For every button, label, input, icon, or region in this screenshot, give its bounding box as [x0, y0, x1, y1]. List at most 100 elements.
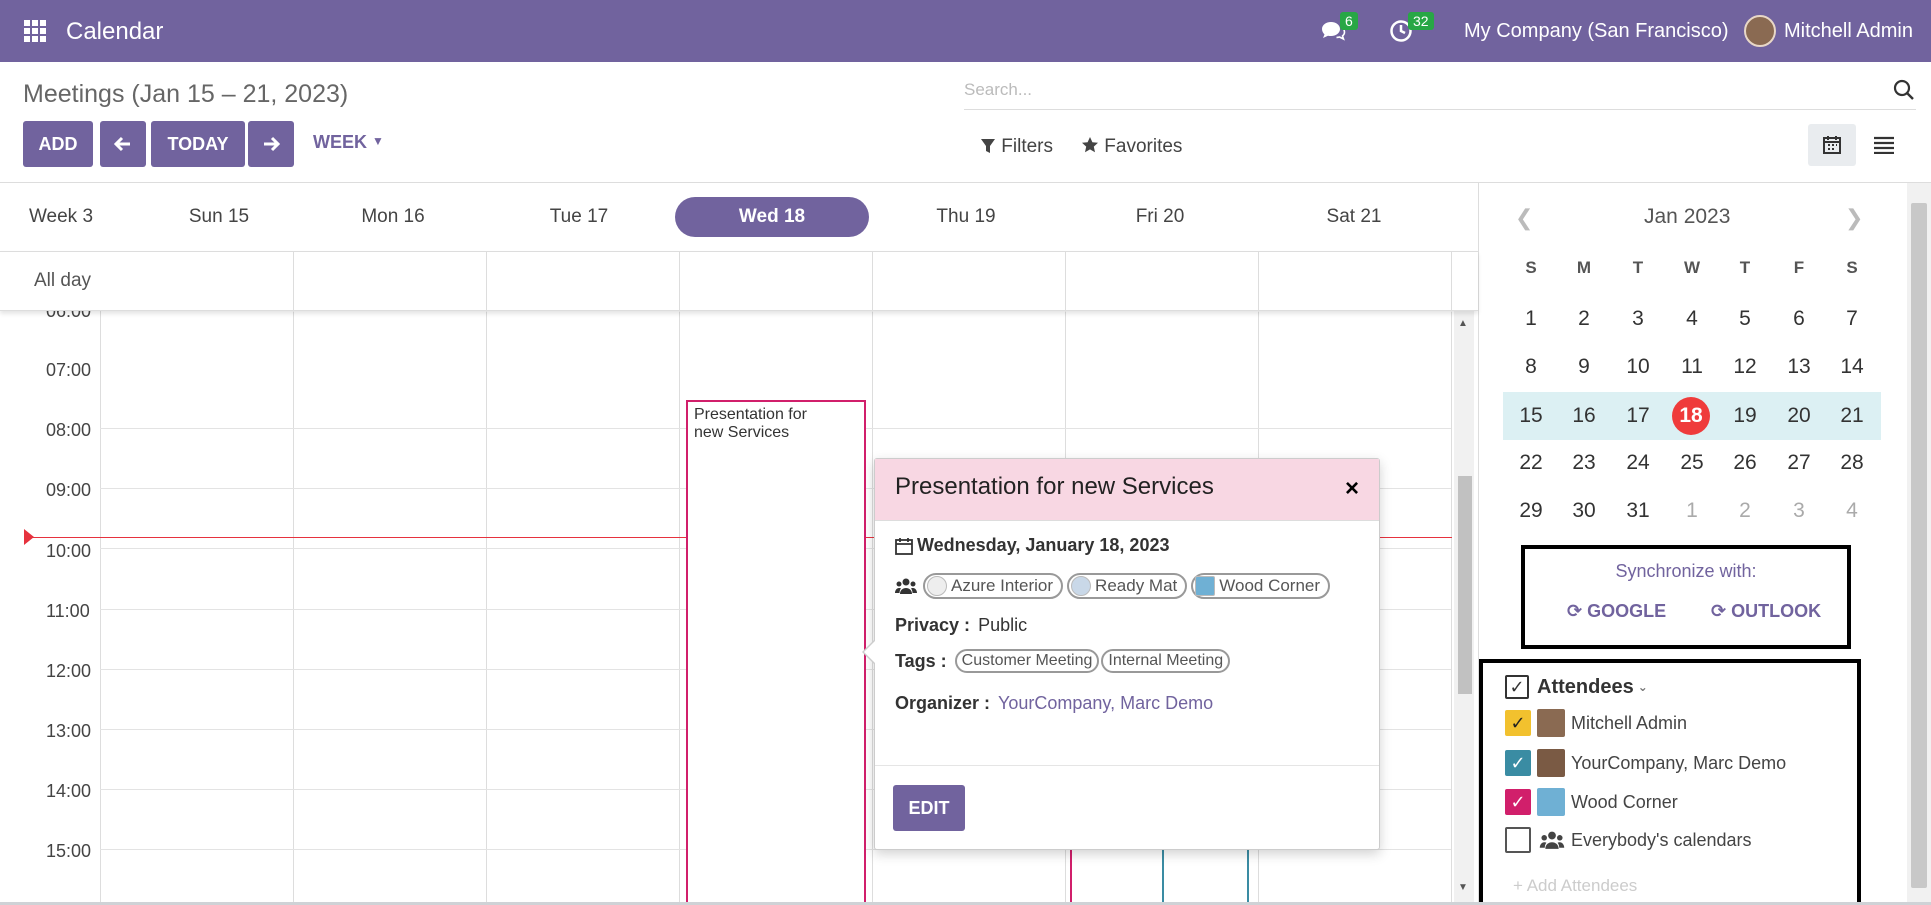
favorites-button[interactable]: Favorites	[1081, 136, 1182, 158]
mini-day[interactable]: 26	[1725, 451, 1765, 475]
next-button[interactable]	[248, 121, 294, 167]
mini-day[interactable]: 24	[1618, 451, 1658, 475]
mini-day[interactable]: 14	[1832, 355, 1872, 379]
attendee-filter-item[interactable]: ✓ YourCompany, Marc Demo	[1505, 749, 1786, 777]
calendar-scroll-thumb[interactable]	[1458, 476, 1472, 694]
mini-day[interactable]: 25	[1672, 451, 1712, 475]
mini-day[interactable]: 9	[1564, 355, 1604, 379]
apps-menu-icon[interactable]	[24, 20, 46, 42]
previous-button[interactable]	[100, 121, 146, 167]
mini-calendar-month: Jan 2023	[1644, 205, 1731, 228]
attendees-header[interactable]: ✓ Attendees ⌄	[1505, 675, 1648, 699]
mini-day[interactable]: 12	[1725, 355, 1765, 379]
mini-day-other-month[interactable]: 4	[1832, 499, 1872, 523]
edit-button[interactable]: EDIT	[893, 785, 965, 831]
add-button[interactable]: ADD	[23, 121, 93, 167]
user-avatar[interactable]	[1744, 15, 1776, 47]
filters-button[interactable]: Filters	[980, 136, 1053, 158]
calendar-icon	[1823, 136, 1841, 154]
mini-day[interactable]: 13	[1779, 355, 1819, 379]
scroll-up-icon[interactable]: ▲	[1458, 318, 1468, 329]
day-header-mon[interactable]: Mon 16	[296, 183, 490, 251]
list-view-button[interactable]	[1860, 124, 1908, 166]
mini-day[interactable]: 21	[1832, 404, 1872, 428]
sync-title: Synchronize with:	[1615, 561, 1757, 581]
attendees-toggle-all-checkbox[interactable]: ✓	[1505, 675, 1529, 699]
attendee-filter-item[interactable]: ✓ Mitchell Admin	[1505, 709, 1687, 737]
mini-day[interactable]: 1	[1511, 307, 1551, 331]
mini-day-today[interactable]: 18	[1672, 397, 1710, 435]
mini-day[interactable]: 28	[1832, 451, 1872, 475]
chevron-down-icon[interactable]: ⌄	[1638, 680, 1648, 694]
today-button[interactable]: TODAY	[151, 121, 245, 167]
weekday-label: W	[1683, 258, 1701, 277]
attendee-filter-item[interactable]: Everybody's calendars	[1505, 827, 1752, 853]
mini-day[interactable]: 6	[1779, 307, 1819, 331]
day-header-sun[interactable]: Sun 15	[122, 183, 316, 251]
attendee-chip[interactable]: Azure Interior	[923, 573, 1064, 599]
attendee-checkbox[interactable]: ✓	[1505, 750, 1531, 776]
mini-day[interactable]: 11	[1672, 355, 1712, 379]
mini-day[interactable]: 30	[1564, 499, 1604, 523]
calendar-view-button[interactable]	[1808, 124, 1856, 166]
event-title-line2: new Services	[694, 424, 790, 441]
attendee-filter-item[interactable]: ✓ Wood Corner	[1505, 788, 1678, 816]
calendar-event[interactable]: Presentation for new Services	[686, 400, 866, 905]
mini-day[interactable]: 20	[1779, 404, 1819, 428]
mini-day[interactable]: 22	[1511, 451, 1551, 475]
sidebar-scroll-thumb[interactable]	[1911, 203, 1927, 888]
hour-label: 14:00	[46, 781, 92, 801]
mini-day[interactable]: 8	[1511, 355, 1551, 379]
mini-day[interactable]: 27	[1779, 451, 1819, 475]
mini-day-other-month[interactable]: 2	[1725, 499, 1765, 523]
attendee-checkbox[interactable]: ✓	[1505, 789, 1531, 815]
day-header-wed[interactable]: Wed 18	[675, 183, 869, 251]
add-attendees-input[interactable]: + Add Attendees	[1513, 876, 1637, 896]
attendee-checkbox[interactable]	[1505, 827, 1531, 853]
mini-day[interactable]: 7	[1832, 307, 1872, 331]
search-input[interactable]	[964, 74, 1864, 106]
event-edge-fri-3[interactable]	[1247, 850, 1249, 905]
messages-icon[interactable]: 6	[1318, 12, 1358, 46]
day-header-thu[interactable]: Thu 19	[869, 183, 1063, 251]
mini-calendar-prev-icon[interactable]: ❮	[1515, 205, 1533, 231]
hour-label: 11:00	[46, 601, 90, 621]
attendee-checkbox[interactable]: ✓	[1505, 710, 1531, 736]
mini-day[interactable]: 5	[1725, 307, 1765, 331]
mini-day[interactable]: 31	[1618, 499, 1658, 523]
mini-day[interactable]: 17	[1618, 404, 1658, 428]
attendee-chip[interactable]: Ready Mat	[1067, 573, 1188, 599]
scale-dropdown[interactable]: WEEK ▼	[313, 132, 384, 153]
mini-day[interactable]: 29	[1511, 499, 1551, 523]
organizer-link[interactable]: YourCompany, Marc Demo	[998, 693, 1213, 714]
day-header-tue[interactable]: Tue 17	[482, 183, 676, 251]
mini-day[interactable]: 10	[1618, 355, 1658, 379]
mini-day[interactable]: 15	[1511, 404, 1551, 428]
day-header-sat[interactable]: Sat 21	[1257, 183, 1451, 251]
mini-day[interactable]: 19	[1725, 404, 1765, 428]
mini-day[interactable]: 16	[1564, 404, 1604, 428]
event-edge-fri[interactable]	[1070, 850, 1072, 905]
mini-calendar-next-icon[interactable]: ❯	[1845, 205, 1863, 231]
mini-day-other-month[interactable]: 1	[1672, 499, 1712, 523]
day-header-fri[interactable]: Fri 20	[1063, 183, 1257, 251]
search-icon[interactable]	[1892, 78, 1916, 102]
attendee-avatar	[927, 576, 947, 596]
attendee-chip[interactable]: Wood Corner	[1191, 573, 1331, 599]
close-icon[interactable]: ×	[1345, 475, 1359, 503]
users-icon	[1539, 831, 1565, 849]
mini-day[interactable]: 2	[1564, 307, 1604, 331]
scroll-down-icon[interactable]: ▼	[1458, 882, 1468, 893]
user-menu[interactable]: Mitchell Admin	[1784, 20, 1913, 43]
mini-day[interactable]: 4	[1672, 307, 1712, 331]
outlook-sync-button[interactable]: ⟳ OUTLOOK	[1711, 601, 1821, 622]
google-sync-button[interactable]: ⟳ GOOGLE	[1567, 601, 1666, 622]
mini-day[interactable]: 3	[1618, 307, 1658, 331]
mini-day-other-month[interactable]: 3	[1779, 499, 1819, 523]
company-switcher[interactable]: My Company (San Francisco)	[1464, 20, 1729, 43]
mini-day[interactable]: 23	[1564, 451, 1604, 475]
app-title[interactable]: Calendar	[66, 18, 163, 46]
event-edge-fri-2[interactable]	[1162, 850, 1164, 905]
all-day-row[interactable]: All day	[0, 251, 1478, 312]
activities-icon[interactable]: 32	[1386, 12, 1434, 46]
